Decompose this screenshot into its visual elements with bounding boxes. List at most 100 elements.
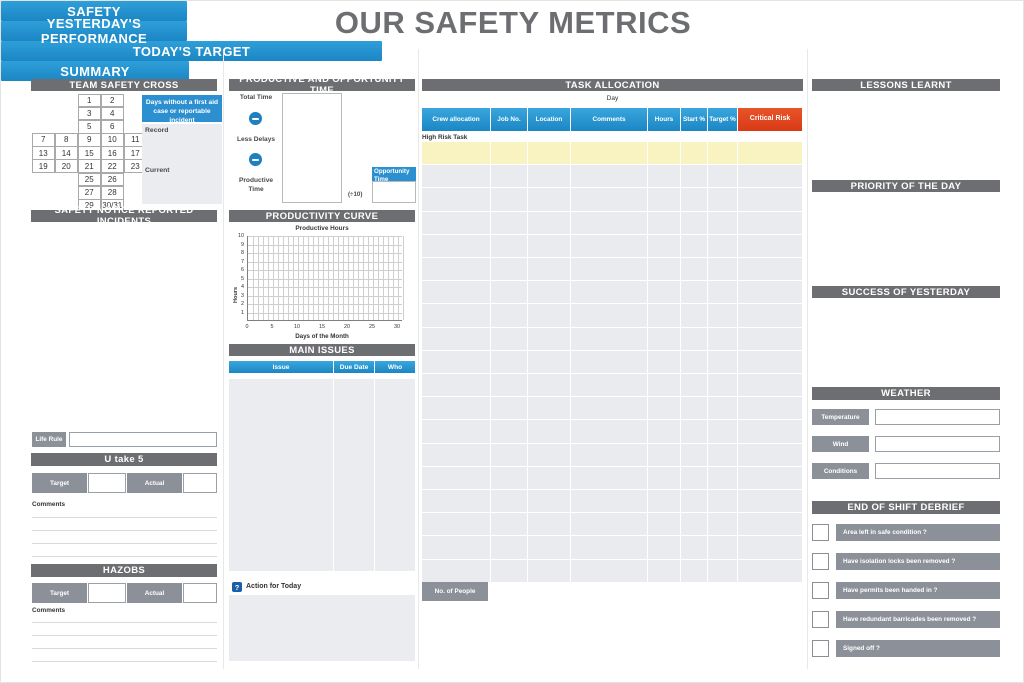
- task-allocation-cell[interactable]: [422, 328, 491, 351]
- task-allocation-cell[interactable]: [571, 351, 648, 374]
- productive-time-input[interactable]: [282, 93, 342, 203]
- task-allocation-cell[interactable]: [708, 513, 738, 536]
- task-allocation-cell[interactable]: [681, 490, 708, 513]
- task-allocation-row[interactable]: [422, 235, 803, 258]
- task-allocation-cell[interactable]: [648, 397, 681, 420]
- task-allocation-cell[interactable]: [738, 560, 803, 583]
- cross-cell-day[interactable]: 16: [101, 146, 125, 160]
- task-allocation-row[interactable]: [422, 304, 803, 327]
- task-allocation-cell[interactable]: [738, 258, 803, 281]
- task-allocation-cell[interactable]: [681, 444, 708, 467]
- task-allocation-cell[interactable]: [528, 467, 571, 490]
- weather-input-temperature[interactable]: [875, 409, 1000, 425]
- task-allocation-cell[interactable]: [528, 536, 571, 559]
- debrief-checkbox[interactable]: [812, 611, 829, 628]
- task-allocation-cell[interactable]: [491, 188, 528, 211]
- main-issues-body-due-date[interactable]: [334, 379, 374, 571]
- u-take-5-target-input[interactable]: [88, 473, 126, 493]
- task-allocation-cell[interactable]: [528, 374, 571, 397]
- task-allocation-row[interactable]: [422, 374, 803, 397]
- task-allocation-row[interactable]: [422, 258, 803, 281]
- hazobs-actual-input[interactable]: [183, 583, 217, 603]
- task-allocation-cell[interactable]: [648, 328, 681, 351]
- weather-input-conditions[interactable]: [875, 463, 1000, 479]
- task-allocation-cell[interactable]: [648, 513, 681, 536]
- cross-cell-day[interactable]: 27: [78, 186, 102, 200]
- task-allocation-cell[interactable]: [738, 304, 803, 327]
- task-allocation-cell[interactable]: [528, 212, 571, 235]
- task-allocation-cell[interactable]: [738, 281, 803, 304]
- task-allocation-cell[interactable]: [422, 212, 491, 235]
- task-allocation-cell[interactable]: [422, 165, 491, 188]
- task-allocation-cell[interactable]: [708, 467, 738, 490]
- task-allocation-cell[interactable]: [571, 281, 648, 304]
- task-allocation-cell[interactable]: [422, 142, 491, 165]
- task-allocation-cell[interactable]: [738, 142, 803, 165]
- task-allocation-cell[interactable]: [422, 304, 491, 327]
- task-allocation-cell[interactable]: [491, 444, 528, 467]
- task-allocation-cell[interactable]: [491, 560, 528, 583]
- cross-cell-day[interactable]: 3: [78, 107, 102, 121]
- task-allocation-cell[interactable]: [528, 560, 571, 583]
- cross-cell-day[interactable]: 13: [32, 146, 56, 160]
- cross-cell-day[interactable]: 22: [101, 159, 125, 173]
- cross-cell-day[interactable]: 10: [101, 133, 125, 147]
- task-allocation-cell[interactable]: [708, 142, 738, 165]
- task-allocation-cell[interactable]: [422, 444, 491, 467]
- task-allocation-row[interactable]: [422, 467, 803, 490]
- task-allocation-cell[interactable]: [528, 165, 571, 188]
- task-allocation-cell[interactable]: [571, 304, 648, 327]
- task-allocation-row[interactable]: [422, 490, 803, 513]
- life-rule-input[interactable]: [69, 432, 217, 447]
- task-allocation-cell[interactable]: [491, 142, 528, 165]
- task-allocation-cell[interactable]: [738, 490, 803, 513]
- task-allocation-cell[interactable]: [491, 351, 528, 374]
- task-allocation-cell[interactable]: [422, 188, 491, 211]
- task-allocation-cell[interactable]: [422, 397, 491, 420]
- task-allocation-cell[interactable]: [491, 165, 528, 188]
- opportunity-time-input[interactable]: [372, 181, 416, 203]
- task-allocation-cell[interactable]: [571, 420, 648, 443]
- task-allocation-cell[interactable]: [491, 281, 528, 304]
- task-allocation-cell[interactable]: [422, 536, 491, 559]
- task-allocation-cell[interactable]: [528, 142, 571, 165]
- task-allocation-cell[interactable]: [738, 165, 803, 188]
- task-allocation-cell[interactable]: [528, 444, 571, 467]
- task-allocation-cell[interactable]: [648, 536, 681, 559]
- task-allocation-cell[interactable]: [491, 467, 528, 490]
- task-allocation-row[interactable]: [422, 560, 803, 583]
- task-allocation-cell[interactable]: [738, 188, 803, 211]
- cross-cell-day[interactable]: 6: [101, 120, 125, 134]
- u-take-5-actual-input[interactable]: [183, 473, 217, 493]
- task-allocation-cell[interactable]: [708, 420, 738, 443]
- task-allocation-cell[interactable]: [491, 328, 528, 351]
- task-allocation-cell[interactable]: [571, 374, 648, 397]
- action-for-today-input[interactable]: [229, 595, 415, 661]
- task-allocation-cell[interactable]: [571, 212, 648, 235]
- task-allocation-cell[interactable]: [708, 235, 738, 258]
- task-allocation-cell[interactable]: [648, 281, 681, 304]
- task-allocation-cell[interactable]: [708, 212, 738, 235]
- task-allocation-cell[interactable]: [528, 235, 571, 258]
- cross-cell-day[interactable]: 1: [78, 94, 102, 108]
- task-allocation-cell[interactable]: [571, 444, 648, 467]
- task-allocation-cell[interactable]: [648, 142, 681, 165]
- cross-cell-day[interactable]: 5: [78, 120, 102, 134]
- task-allocation-cell[interactable]: [681, 467, 708, 490]
- cross-cell-day[interactable]: 9: [78, 133, 102, 147]
- cross-cell-day[interactable]: 21: [78, 159, 102, 173]
- task-allocation-cell[interactable]: [491, 374, 528, 397]
- task-allocation-cell[interactable]: [708, 397, 738, 420]
- task-allocation-cell[interactable]: [571, 560, 648, 583]
- task-allocation-cell[interactable]: [422, 351, 491, 374]
- task-allocation-cell[interactable]: [681, 281, 708, 304]
- task-allocation-cell[interactable]: [738, 420, 803, 443]
- task-allocation-cell[interactable]: [528, 420, 571, 443]
- cross-cell-day[interactable]: 15: [78, 146, 102, 160]
- task-allocation-cell[interactable]: [422, 490, 491, 513]
- task-allocation-cell[interactable]: [708, 560, 738, 583]
- task-allocation-cell[interactable]: [648, 444, 681, 467]
- cross-cell-day[interactable]: 8: [55, 133, 79, 147]
- cross-cell-day[interactable]: 4: [101, 107, 125, 121]
- task-allocation-cell[interactable]: [708, 188, 738, 211]
